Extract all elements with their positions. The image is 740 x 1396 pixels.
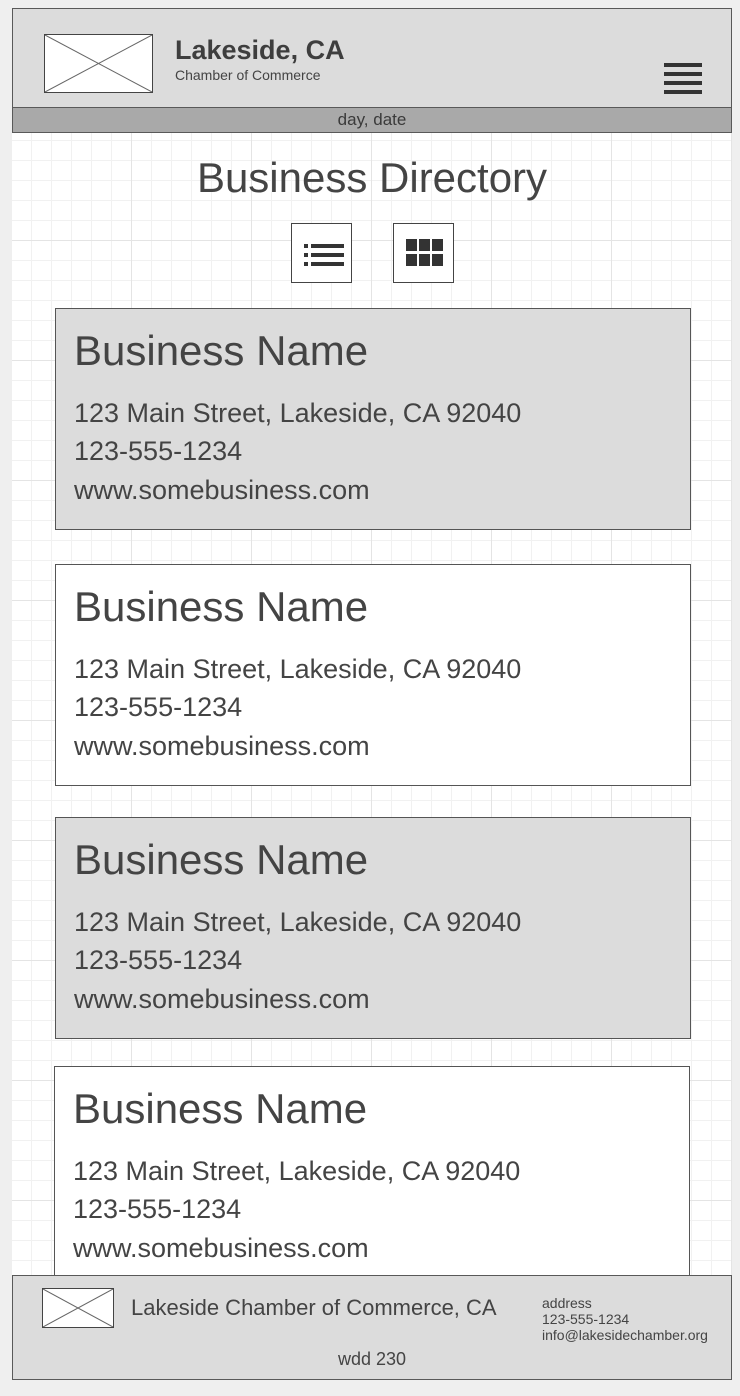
site-footer: Lakeside Chamber of Commerce, CA address… xyxy=(12,1275,732,1380)
list-view-icon xyxy=(304,244,344,266)
footer-email[interactable]: info@lakesidechamber.org xyxy=(542,1327,708,1343)
business-address: 123 Main Street, Lakeside, CA 92040 xyxy=(74,398,522,428)
business-card[interactable]: Business Name 123 Main Street, Lakeside,… xyxy=(55,817,691,1039)
site-subtitle: Chamber of Commerce xyxy=(175,67,321,83)
business-address: 123 Main Street, Lakeside, CA 92040 xyxy=(73,1156,521,1186)
grid-view-button[interactable] xyxy=(393,223,454,283)
page-title: Business Directory xyxy=(196,154,548,201)
footer-address: address xyxy=(542,1295,592,1311)
business-phone[interactable]: 123-555-1234 xyxy=(74,945,242,976)
business-phone[interactable]: 123-555-1234 xyxy=(74,692,242,723)
business-card[interactable]: Business Name 123 Main Street, Lakeside,… xyxy=(55,308,691,530)
business-name: Business Name xyxy=(74,327,369,374)
business-phone[interactable]: 123-555-1234 xyxy=(73,1194,241,1225)
business-card[interactable]: Business Name 123 Main Street, Lakeside,… xyxy=(55,564,691,786)
business-card[interactable]: Business Name 123 Main Street, Lakeside,… xyxy=(54,1066,690,1288)
business-phone[interactable]: 123-555-1234 xyxy=(74,436,242,467)
business-website-link[interactable]: www.somebusiness.com xyxy=(74,475,370,506)
business-website-link[interactable]: www.somebusiness.com xyxy=(74,731,370,762)
footer-org-name: Lakeside Chamber of Commerce, CA xyxy=(131,1295,497,1320)
hamburger-menu-icon[interactable] xyxy=(664,61,704,97)
business-address: 123 Main Street, Lakeside, CA 92040 xyxy=(74,907,522,937)
business-name: Business Name xyxy=(74,583,369,630)
site-title: Lakeside, CA xyxy=(175,35,345,65)
list-view-button[interactable] xyxy=(291,223,352,283)
footer-credit: wdd 230 xyxy=(337,1349,407,1369)
page-frame: Lakeside, CA Chamber of Commerce day, da… xyxy=(12,8,732,1380)
business-address: 123 Main Street, Lakeside, CA 92040 xyxy=(74,654,522,684)
site-header: Lakeside, CA Chamber of Commerce xyxy=(12,8,732,108)
image-placeholder-icon xyxy=(44,34,153,93)
image-placeholder-icon xyxy=(42,1288,114,1328)
date-bar: day, date xyxy=(12,107,732,133)
footer-contact: address 123-555-1234 info@lakesidechambe… xyxy=(542,1295,708,1343)
footer-phone[interactable]: 123-555-1234 xyxy=(542,1311,708,1327)
business-website-link[interactable]: www.somebusiness.com xyxy=(73,1233,369,1264)
business-name: Business Name xyxy=(73,1085,368,1132)
business-website-link[interactable]: www.somebusiness.com xyxy=(74,984,370,1015)
grid-view-icon xyxy=(406,239,443,266)
business-name: Business Name xyxy=(74,836,369,883)
